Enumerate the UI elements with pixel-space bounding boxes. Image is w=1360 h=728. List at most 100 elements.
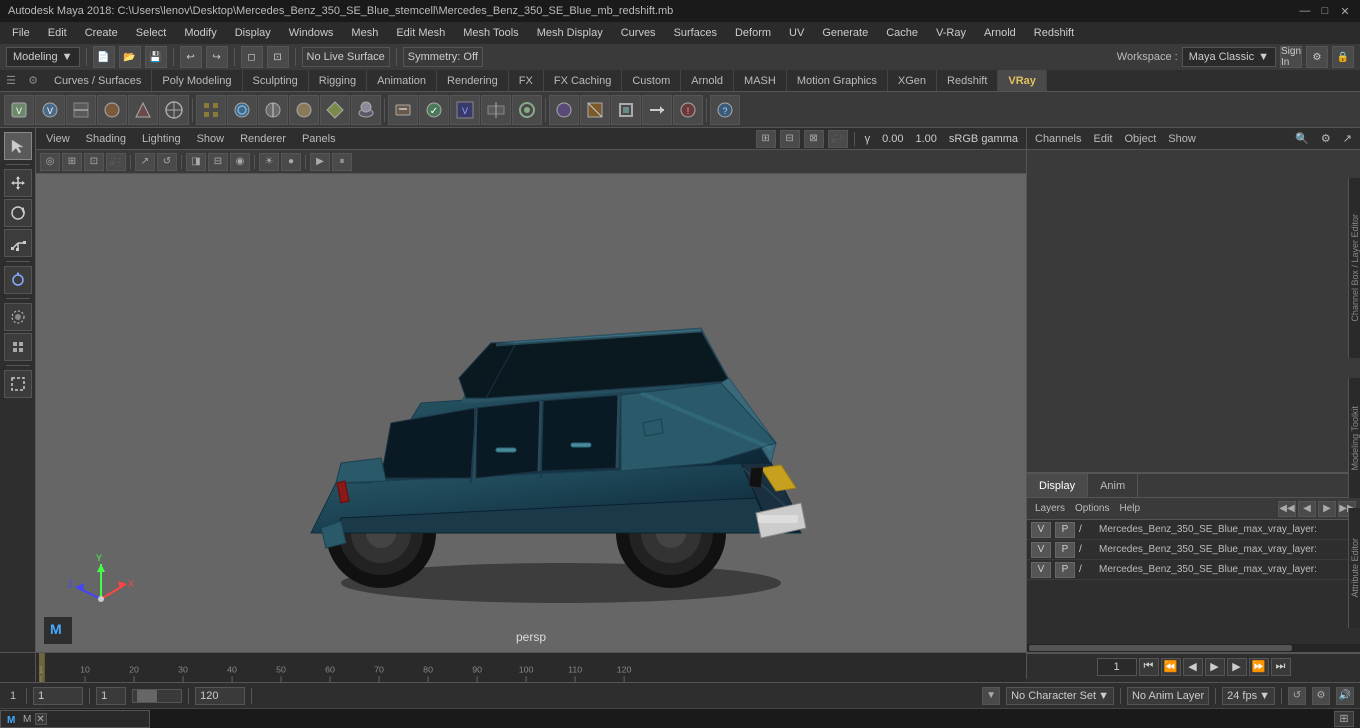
display-tab[interactable]: Display (1027, 474, 1088, 497)
help-label[interactable]: Help (1115, 503, 1144, 514)
vray-icon-20[interactable] (611, 95, 641, 125)
vray-icon-2[interactable]: V (35, 95, 65, 125)
tab-sculpting[interactable]: Sculpting (243, 70, 309, 91)
redo-icon[interactable]: ↪ (206, 46, 228, 68)
vp-tb-play[interactable]: ▶ (310, 153, 330, 171)
vray-icon-9[interactable] (258, 95, 288, 125)
layer-row[interactable]: V P / Mercedes_Benz_350_SE_Blue_max_vray… (1027, 520, 1360, 540)
save-file-icon[interactable]: 💾 (145, 46, 167, 68)
layer-v-3[interactable]: V (1031, 562, 1051, 578)
current-frame-input[interactable] (1097, 658, 1137, 676)
tab-rendering[interactable]: Rendering (437, 70, 509, 91)
mini-maya-window[interactable]: M M ✕ (0, 710, 150, 728)
vp-menu-panels[interactable]: Panels (296, 133, 342, 145)
loop-btn[interactable]: ↺ (1288, 687, 1306, 705)
vray-icon-15[interactable]: V (450, 95, 480, 125)
audio-btn[interactable]: 🔊 (1336, 687, 1354, 705)
vray-icon-12[interactable] (351, 95, 381, 125)
vray-icon-10[interactable] (289, 95, 319, 125)
minimize-button[interactable]: — (1298, 4, 1312, 18)
anim-tab[interactable]: Anim (1088, 474, 1138, 497)
menu-create[interactable]: Create (77, 25, 126, 41)
no-character-set[interactable]: No Character Set ▼ (1006, 687, 1114, 705)
vp-tb-smooth[interactable]: ◉ (230, 153, 250, 171)
maximize-button[interactable]: □ (1318, 4, 1332, 18)
vray-icon-21[interactable] (642, 95, 672, 125)
vray-icon-13[interactable] (388, 95, 418, 125)
layer-nav-1[interactable]: ◀◀ (1278, 501, 1296, 517)
menu-display[interactable]: Display (227, 25, 279, 41)
frame-range-2-input[interactable] (96, 687, 126, 705)
tab-redshift[interactable]: Redshift (937, 70, 998, 91)
right-panel-icon-1[interactable]: 🔍 (1295, 132, 1309, 145)
vp-tb-shadow[interactable]: ● (281, 153, 301, 171)
vray-icon-19[interactable] (580, 95, 610, 125)
lasso-icon[interactable]: ⊡ (267, 46, 289, 68)
tab-poly-modeling[interactable]: Poly Modeling (152, 70, 242, 91)
tab-custom[interactable]: Custom (622, 70, 681, 91)
menu-arnold[interactable]: Arnold (976, 25, 1024, 41)
play-next-btn[interactable]: ▶ (1227, 658, 1247, 676)
vp-camera-settings[interactable]: 🎥 (828, 130, 848, 148)
vray-icon-5[interactable] (128, 95, 158, 125)
menu-deform[interactable]: Deform (727, 25, 779, 41)
play-btn[interactable]: ▶ (1205, 658, 1225, 676)
timeline-bar[interactable]: 1 10 20 30 40 50 60 70 80 90 1 (36, 653, 1026, 682)
right-panel-icon-2[interactable]: ⚙ (1321, 132, 1331, 145)
menu-file[interactable]: File (4, 25, 38, 41)
vp-tb-5[interactable]: ↗ (135, 153, 155, 171)
menu-edit-mesh[interactable]: Edit Mesh (388, 25, 453, 41)
vray-icon-4[interactable] (97, 95, 127, 125)
vray-icon-22[interactable]: ! (673, 95, 703, 125)
play-prev-key-btn[interactable]: ⏪ (1161, 658, 1181, 676)
tab-xgen[interactable]: XGen (888, 70, 937, 91)
workspace-selector[interactable]: Maya Classic ▼ (1182, 47, 1276, 67)
layer-v-2[interactable]: V (1031, 542, 1051, 558)
vray-icon-1[interactable]: V (4, 95, 34, 125)
options-label[interactable]: Options (1071, 503, 1113, 514)
vray-icon-14[interactable]: ✓ (419, 95, 449, 125)
select-icon[interactable]: ◻ (241, 46, 263, 68)
vray-icon-16[interactable] (481, 95, 511, 125)
menu-windows[interactable]: Windows (281, 25, 342, 41)
vp-menu-view[interactable]: View (40, 133, 76, 145)
menu-curves[interactable]: Curves (613, 25, 664, 41)
layer-nav-2[interactable]: ◀ (1298, 501, 1316, 517)
layer-scroll-thumb[interactable] (1029, 645, 1292, 651)
lock-icon[interactable]: 🔒 (1332, 46, 1354, 68)
soft-select-btn[interactable] (4, 303, 32, 331)
vray-icon-23[interactable]: ? (710, 95, 740, 125)
menu-mesh[interactable]: Mesh (343, 25, 386, 41)
open-file-icon[interactable]: 📂 (119, 46, 141, 68)
tab-home-icon[interactable]: ⚙ (22, 70, 44, 91)
vp-menu-show[interactable]: Show (191, 133, 231, 145)
vray-icon-3[interactable] (66, 95, 96, 125)
universal-manip-btn[interactable] (4, 266, 32, 294)
vp-tb-wire[interactable]: ⊟ (208, 153, 228, 171)
symmetry-btn[interactable]: Symmetry: Off (403, 47, 483, 67)
vp-menu-shading[interactable]: Shading (80, 133, 132, 145)
scroll-thumb[interactable] (137, 690, 157, 702)
rotate-tool-btn[interactable] (4, 199, 32, 227)
menu-vray[interactable]: V-Ray (928, 25, 974, 41)
layer-nav-3[interactable]: ▶ (1318, 501, 1336, 517)
tab-motion-graphics[interactable]: Motion Graphics (787, 70, 888, 91)
select-tool-btn[interactable] (4, 132, 32, 160)
layer-scrollbar[interactable] (1027, 644, 1360, 652)
marquee-btn[interactable] (4, 370, 32, 398)
settings-btn-2[interactable]: ⚙ (1312, 687, 1330, 705)
vp-tb-3[interactable]: ⊡ (84, 153, 104, 171)
grid-btn[interactable]: ⊞ (1334, 711, 1354, 727)
menu-modify[interactable]: Modify (176, 25, 224, 41)
vray-icon-18[interactable] (549, 95, 579, 125)
vray-icon-17[interactable] (512, 95, 542, 125)
close-button[interactable]: ✕ (1338, 4, 1352, 18)
tab-curves-surfaces[interactable]: Curves / Surfaces (44, 70, 152, 91)
show-btn[interactable]: Show (1168, 133, 1196, 145)
anim-range-end-input[interactable] (195, 687, 245, 705)
tab-rigging[interactable]: Rigging (309, 70, 367, 91)
tab-vray[interactable]: VRay (998, 70, 1047, 91)
menu-mesh-display[interactable]: Mesh Display (529, 25, 611, 41)
fps-dropdown[interactable]: 24 fps ▼ (1222, 687, 1275, 705)
vp-tb-2[interactable]: ⊞ (62, 153, 82, 171)
